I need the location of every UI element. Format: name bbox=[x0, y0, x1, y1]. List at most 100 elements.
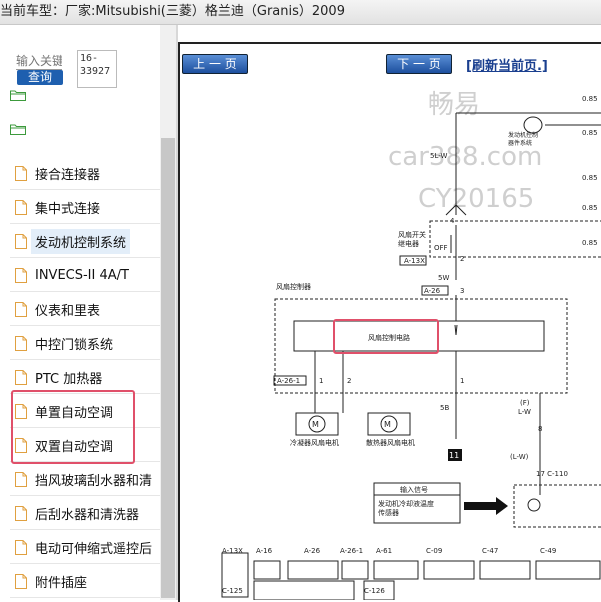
tree-item[interactable]: 集中式连接 bbox=[10, 191, 160, 224]
document-icon bbox=[15, 573, 27, 589]
connector-c110-tag: 17 C-110 bbox=[536, 470, 568, 478]
pin-1b: 1 bbox=[460, 377, 464, 385]
document-icon bbox=[15, 369, 27, 385]
tree-item[interactable]: 第 90 组 电路图 bbox=[10, 123, 26, 135]
tree-item-label: 接合连接器 bbox=[35, 167, 101, 183]
document-icon bbox=[15, 335, 27, 351]
ground-number: 11 bbox=[449, 451, 459, 460]
document-icon bbox=[15, 165, 27, 181]
wire-size-2: 0.85 bbox=[582, 129, 598, 137]
sidebar: 查询 16-33927 第 80 组 布置图第 90 组 电路图接合连接器集中式… bbox=[0, 25, 176, 600]
tree-item-label: 挡风玻璃刮水器和清 bbox=[35, 473, 153, 489]
pin-1a: 1 bbox=[319, 377, 323, 385]
tree-item-label: 中控门锁系统 bbox=[35, 337, 114, 353]
connector-label-7: C-47 bbox=[482, 547, 498, 555]
tree-item[interactable]: 单置自动空调 bbox=[10, 395, 160, 428]
scrollbar-thumb[interactable] bbox=[161, 138, 175, 598]
search-input[interactable] bbox=[16, 53, 62, 70]
tree-item-label: 仪表和里表 bbox=[35, 303, 101, 319]
diagram-viewer: 上 一 页 下 一 页 [刷新当前页.] 畅易 car388.com CY201… bbox=[178, 25, 601, 602]
tree-item-label: 后刮水器和清洗器 bbox=[35, 507, 140, 523]
signal-arrow bbox=[464, 497, 508, 515]
connector-a261-tag: A-26-1 bbox=[277, 377, 300, 385]
coolant-sensor-label-1: 发动机冷却液温度 bbox=[378, 499, 434, 508]
tree-item[interactable]: 挡风玻璃刮水器和清 bbox=[10, 463, 160, 496]
tree-item-label: 电动可伸缩式遥控后 bbox=[35, 541, 153, 557]
tree-item[interactable]: 附件插座 bbox=[10, 565, 160, 598]
watermark-line-3: CY20165 bbox=[418, 184, 534, 214]
connector-label-5: A-61 bbox=[376, 547, 392, 555]
connector-label-4: A-26-1 bbox=[340, 547, 363, 555]
motor-m-1: M bbox=[312, 420, 319, 429]
connector-label-10: C-126 bbox=[364, 587, 385, 595]
watermark: 畅易 car388.com CY20165 bbox=[388, 90, 542, 214]
tree-item[interactable]: 电动可伸缩式遥控后 bbox=[10, 531, 160, 564]
title-bar: 当前车型：厂家:Mitsubishi(三菱）格兰迪（Granis）2009 bbox=[0, 0, 601, 25]
fan-circuit-label: 风扇控制电路 bbox=[368, 333, 410, 342]
connector-label-8: C-49 bbox=[540, 547, 556, 555]
connector-a26-tag: A-26 bbox=[424, 287, 441, 295]
tree-item[interactable]: PTC 加热器 bbox=[10, 361, 160, 394]
watermark-line-1: 畅易 bbox=[428, 90, 480, 120]
wire-size-3: 0.85 bbox=[582, 174, 598, 182]
pin-3: 3 bbox=[460, 287, 464, 295]
off-label: OFF bbox=[434, 244, 448, 252]
document-icon bbox=[15, 471, 27, 487]
folder-icon bbox=[10, 90, 26, 101]
document-icon bbox=[15, 437, 27, 453]
tree-item-label: INVECS-II 4A/T bbox=[35, 267, 129, 283]
tree-item[interactable]: 发动机控制系统 bbox=[10, 225, 160, 258]
motor-m-2: M bbox=[384, 420, 391, 429]
page-title: 当前车型：厂家:Mitsubishi(三菱）格兰迪（Granis）2009 bbox=[0, 4, 345, 19]
relay-label-1: 风扇开关 bbox=[398, 230, 426, 239]
connector-label-6: C-09 bbox=[426, 547, 442, 555]
tree-item-label: 双置自动空调 bbox=[35, 439, 114, 455]
radiator-motor-label: 散热器风扇电机 bbox=[366, 438, 415, 447]
fan-controller-label: 风扇控制器 bbox=[276, 282, 311, 291]
condenser-motor-label: 冷凝器风扇电机 bbox=[290, 438, 339, 447]
wire-lw: L-W bbox=[518, 408, 531, 416]
search-button[interactable]: 查询 bbox=[17, 70, 63, 85]
tree-item[interactable]: 双置自动空调 bbox=[10, 429, 160, 462]
search-area: 查询 16-33927 bbox=[0, 25, 176, 88]
tree-item[interactable]: 中控门锁系统 bbox=[10, 327, 160, 360]
input-signal-label: 输入信号 bbox=[400, 485, 428, 494]
wire-5b: 5B bbox=[440, 404, 449, 412]
coolant-sensor-label-2: 传感器 bbox=[378, 508, 399, 517]
tree-item-label: 发动机控制系统 bbox=[31, 228, 131, 254]
tree-item-label: PTC 加热器 bbox=[35, 371, 103, 387]
pin-2: 2 bbox=[460, 255, 464, 263]
document-icon bbox=[15, 301, 27, 317]
tree-item[interactable]: 后刮水器和清洗器 bbox=[10, 497, 160, 530]
connector-a13x-tag: A-13X bbox=[404, 257, 425, 265]
connector-label-1: A-13X bbox=[222, 547, 243, 555]
document-icon bbox=[15, 505, 27, 521]
folder-icon bbox=[10, 124, 26, 135]
wiring-diagram: 畅易 car388.com CY20165 0.85 0.85 0.85 0.8… bbox=[221, 90, 601, 600]
document-icon bbox=[15, 199, 27, 215]
tree-item[interactable]: 第 80 组 布置图 bbox=[10, 89, 26, 101]
f-label: (F) bbox=[520, 399, 530, 407]
connector-label-9: C-125 bbox=[222, 587, 243, 595]
document-icon bbox=[15, 233, 27, 249]
wire-size-1: 0.85 bbox=[582, 95, 598, 103]
relay-label-2: 继电器 bbox=[398, 239, 419, 248]
model-code-field[interactable]: 16-33927 bbox=[77, 50, 117, 88]
wire-5w: 5W bbox=[438, 274, 449, 282]
tree-item-label: 集中式连接 bbox=[35, 201, 101, 217]
engine-note-2: 器件系统 bbox=[508, 139, 532, 147]
tree-item-label: 单置自动空调 bbox=[35, 405, 114, 421]
wire-size-5: 0.85 bbox=[582, 239, 598, 247]
connector-label-2: A-16 bbox=[256, 547, 273, 555]
tree-item[interactable]: 接合连接器 bbox=[10, 157, 160, 190]
tree-item[interactable]: INVECS-II 4A/T bbox=[10, 259, 160, 292]
tree-item[interactable]: 仪表和里表 bbox=[10, 293, 160, 326]
document-icon bbox=[15, 539, 27, 555]
wire-size-4: 0.85 bbox=[582, 204, 598, 212]
wire-lw2: (L-W) bbox=[510, 453, 529, 461]
engine-note-1: 发动机控制 bbox=[508, 131, 538, 139]
sidebar-scrollbar[interactable] bbox=[160, 25, 176, 600]
tree-item-label: 附件插座 bbox=[35, 575, 88, 591]
document-icon bbox=[15, 403, 27, 419]
connector-label-3: A-26 bbox=[304, 547, 321, 555]
